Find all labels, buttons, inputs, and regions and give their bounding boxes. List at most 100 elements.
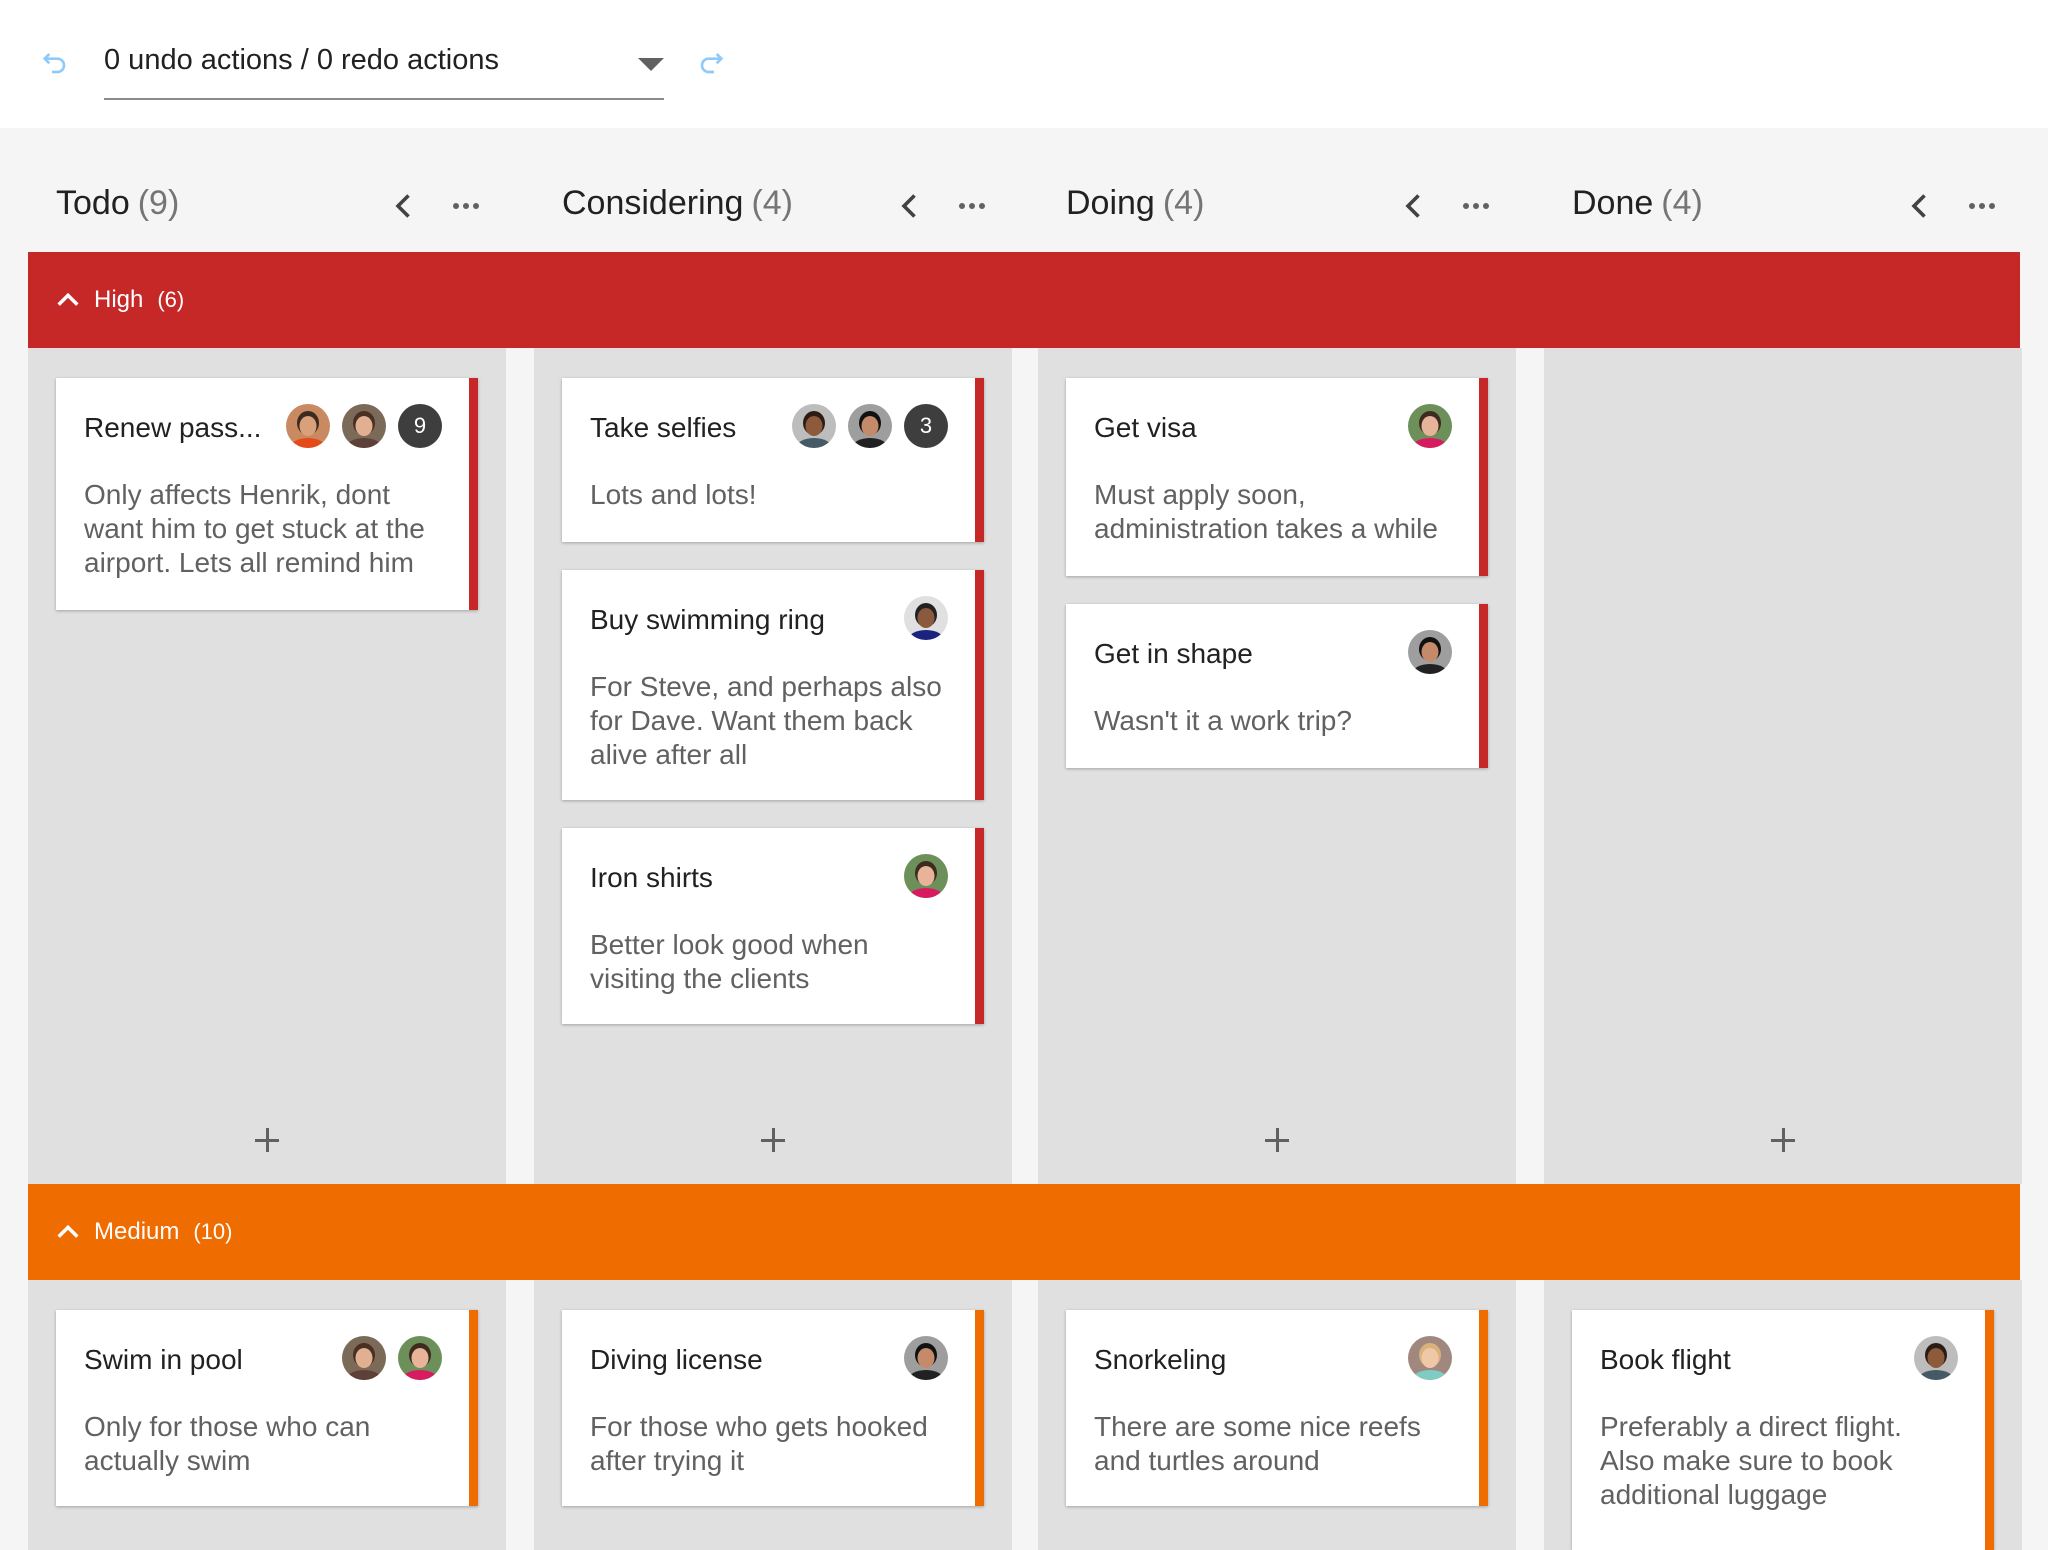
priority-bar: [1479, 378, 1488, 576]
priority-bar: [1985, 1310, 1994, 1550]
card-title: Renew pass...: [84, 412, 262, 443]
column-count: (9): [137, 184, 180, 222]
avatar[interactable]: [1914, 1336, 1958, 1380]
avatar[interactable]: [286, 404, 330, 448]
column-count: (4): [751, 184, 794, 222]
chevron-up-icon[interactable]: [54, 1218, 82, 1246]
column-title-text: Considering: [562, 184, 744, 222]
task-card[interactable]: Buy swimming ring For Steve, and perhaps …: [562, 570, 984, 800]
avatar[interactable]: [342, 1336, 386, 1380]
column-header-todo: Todo (9): [56, 176, 506, 236]
card-title: Buy swimming ring: [590, 604, 825, 635]
card-title: Swim in pool: [84, 1344, 243, 1375]
card-title: Get visa: [1094, 412, 1197, 443]
avatar[interactable]: [904, 854, 948, 898]
avatar[interactable]: [1408, 630, 1452, 674]
history-select[interactable]: 0 undo actions / 0 redo actions: [104, 36, 664, 100]
chevron-left-icon: [1911, 194, 1926, 218]
chevron-left-icon: [901, 194, 916, 218]
assignees: [1408, 1336, 1452, 1380]
column-header-considering: Considering (4): [562, 176, 1012, 236]
column-count: (4): [1661, 184, 1703, 222]
priority-bar: [975, 378, 984, 542]
priority-bar: [975, 1310, 984, 1506]
assignees: [904, 854, 948, 898]
lane-name: High: [94, 286, 144, 313]
lane-count: (6): [157, 287, 185, 312]
plus-icon[interactable]: [1255, 1118, 1299, 1162]
avatar[interactable]: [904, 596, 948, 640]
more-assignees-badge[interactable]: 3: [904, 404, 948, 448]
card-title: Diving license: [590, 1344, 763, 1375]
column-count: (4): [1162, 184, 1205, 222]
chevron-up-icon[interactable]: [54, 286, 82, 314]
lane-header-medium: Medium (10): [28, 1184, 2020, 1280]
more-horiz-icon[interactable]: [1962, 186, 2002, 226]
toolbar: 0 undo actions / 0 redo actions: [0, 0, 2048, 128]
column-title-text: Todo: [56, 184, 130, 222]
assignees: [1408, 404, 1452, 448]
assignees: [342, 1336, 442, 1380]
card-description: Lots and lots!: [590, 479, 757, 510]
column-title-text: Done: [1572, 184, 1654, 222]
priority-bar: [975, 570, 984, 800]
card-description: Wasn't it a work trip?: [1094, 705, 1352, 736]
task-card[interactable]: Get in shape Wasn't it a work trip?: [1066, 604, 1488, 768]
avatar[interactable]: [848, 404, 892, 448]
card-title: Book flight: [1600, 1344, 1731, 1375]
avatar[interactable]: [1408, 1336, 1452, 1380]
priority-bar: [1479, 1310, 1488, 1506]
priority-bar: [975, 828, 984, 1024]
more-assignees-badge[interactable]: 9: [398, 404, 442, 448]
assignees: [1914, 1336, 1958, 1380]
history-select-value: 0 undo actions / 0 redo actions: [104, 44, 499, 76]
task-card[interactable]: Take selfies Lots and lots! 3: [562, 378, 984, 542]
more-horiz-icon[interactable]: [952, 186, 992, 226]
card-title: Get in shape: [1094, 638, 1253, 669]
column-title-text: Doing: [1066, 184, 1155, 222]
plus-icon[interactable]: [751, 1118, 795, 1162]
collapse-column-button[interactable]: [892, 186, 928, 226]
collapse-column-button[interactable]: [1902, 186, 1938, 226]
more-horiz-icon[interactable]: [1456, 186, 1496, 226]
task-card[interactable]: Get visa Must apply soon, administration …: [1066, 378, 1488, 576]
avatar[interactable]: [398, 1336, 442, 1380]
collapse-column-button[interactable]: [386, 186, 422, 226]
card-description: Preferably a direct flight. Also make su…: [1600, 1411, 1902, 1510]
card-description: There are some nice reefs and turtles ar…: [1094, 1411, 1421, 1476]
redo-icon: [700, 53, 724, 74]
avatar[interactable]: [904, 1336, 948, 1380]
task-card[interactable]: Swim in pool Only for those who can actua…: [56, 1310, 478, 1506]
undo-icon: [42, 53, 66, 74]
task-card[interactable]: Iron shirts Better look good when visitin…: [562, 828, 984, 1024]
card-description: Must apply soon, administration takes a …: [1094, 479, 1438, 544]
assignees: [904, 1336, 948, 1380]
avatar[interactable]: [342, 404, 386, 448]
chevron-left-icon: [1405, 194, 1420, 218]
collapse-column-button[interactable]: [1396, 186, 1432, 226]
undo-button[interactable]: [38, 44, 74, 80]
avatar[interactable]: [1408, 404, 1452, 448]
column-title: Done (4): [1572, 184, 1703, 223]
assignees: 3: [792, 404, 948, 448]
task-card[interactable]: Snorkeling There are some nice reefs and …: [1066, 1310, 1488, 1506]
task-card[interactable]: Book flight Preferably a direct flight. A…: [1572, 1310, 1994, 1550]
redo-button[interactable]: [692, 44, 728, 80]
card-description: For Steve, and perhaps also for Dave. Wa…: [590, 671, 942, 770]
priority-bar: [469, 378, 478, 610]
lane-header-high: High (6): [28, 252, 2020, 348]
plus-icon[interactable]: [1761, 1118, 1805, 1162]
task-card[interactable]: Renew pass... Only affects Henrik, dont w…: [56, 378, 478, 610]
dropdown-arrow-icon: [638, 58, 664, 71]
column-title: Todo (9): [56, 184, 179, 223]
assignees: [1408, 630, 1452, 674]
column-title: Doing (4): [1066, 184, 1204, 223]
avatar[interactable]: [792, 404, 836, 448]
plus-icon[interactable]: [245, 1118, 289, 1162]
task-card[interactable]: Diving license For those who gets hooked …: [562, 1310, 984, 1506]
assignees: 9: [286, 404, 442, 448]
more-horiz-icon[interactable]: [446, 186, 486, 226]
priority-bar: [469, 1310, 478, 1506]
card-title: Snorkeling: [1094, 1344, 1227, 1375]
lane-count: (10): [193, 1219, 233, 1244]
